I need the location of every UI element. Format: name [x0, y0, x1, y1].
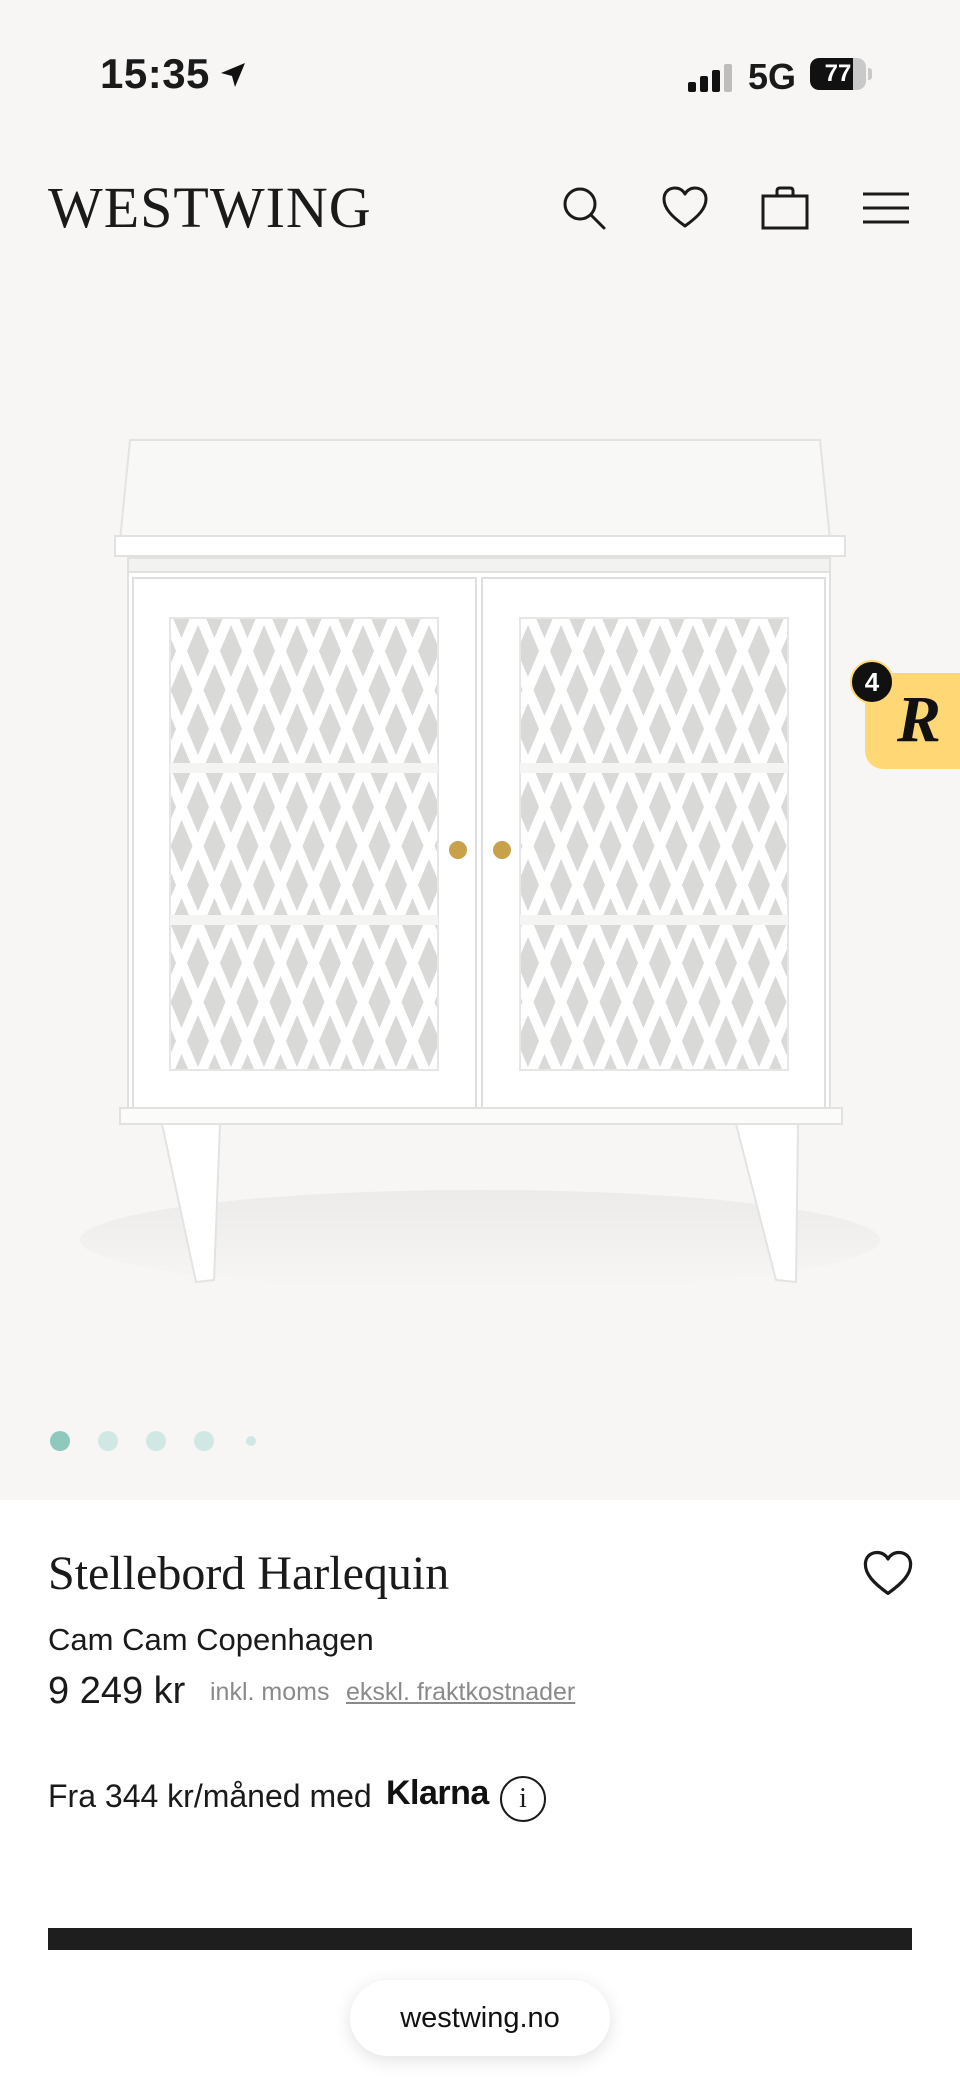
heart-icon [662, 186, 708, 228]
carousel-dot[interactable] [98, 1431, 118, 1451]
location-arrow-icon [221, 63, 245, 87]
klarna-logo: Klarna [386, 1774, 489, 1812]
carousel-dot[interactable] [50, 1431, 70, 1451]
cellular-signal-icon [688, 64, 732, 92]
vat-note: inkl. moms [210, 1678, 330, 1706]
status-time: 15:35 [100, 50, 210, 97]
shipping-link[interactable]: ekskl. fraktkostnader [346, 1678, 575, 1707]
battery-percent: 77 [824, 60, 852, 87]
carousel-dot[interactable] [246, 1436, 256, 1446]
add-to-cart-bar[interactable] [48, 1928, 912, 1950]
product-brand[interactable]: Cam Cam Copenhagen [48, 1622, 374, 1658]
product-info-panel: Stellebord Harlequin Cam Cam Copenhagen … [0, 1500, 960, 2087]
bag-icon [761, 186, 809, 230]
search-icon [563, 187, 606, 230]
cart-button[interactable] [757, 180, 813, 236]
browser-url-pill[interactable]: westwing.no [350, 1980, 610, 2056]
add-to-wishlist-heart-icon[interactable] [860, 1546, 916, 1602]
wishlist-button[interactable] [657, 180, 713, 236]
menu-button[interactable] [858, 180, 914, 236]
westwing-logo[interactable]: WESTWING [48, 174, 372, 241]
rewards-count-badge: 4 [850, 660, 894, 704]
network-type: 5G [748, 56, 797, 97]
menu-icon [863, 192, 909, 224]
product-image[interactable] [0, 300, 960, 1410]
carousel-dot[interactable] [194, 1431, 214, 1451]
product-title: Stellebord Harlequin [48, 1547, 450, 1600]
product-price: 9 249 kr [48, 1670, 186, 1712]
carousel-dot[interactable] [146, 1431, 166, 1451]
battery-icon: 77 [810, 58, 872, 90]
search-button[interactable] [556, 180, 612, 236]
financing-text: Fra 344 kr/måned med [48, 1778, 372, 1814]
status-bar: 15:35 5G 77 [0, 0, 960, 150]
financing-info-icon[interactable]: i [500, 1776, 546, 1822]
